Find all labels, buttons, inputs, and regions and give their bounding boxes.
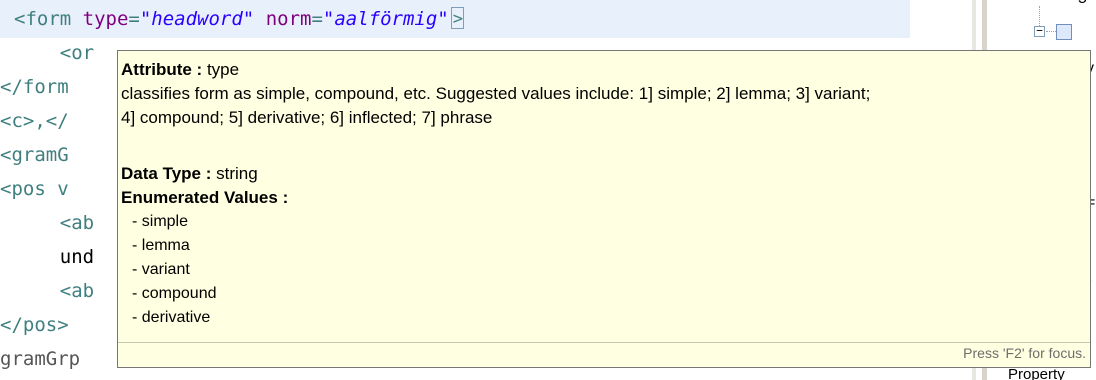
description-line: classifies form as simple, compound, etc…: [121, 84, 871, 103]
outline-fragment: 5: [1078, 0, 1087, 8]
enum-value: - lemma: [132, 237, 190, 254]
tooltip-divider: [118, 342, 1090, 343]
code-line[interactable]: und: [14, 242, 94, 272]
equals-sign: =: [311, 8, 323, 30]
code-line[interactable]: <ab: [14, 208, 94, 238]
attribute-label: Attribute :: [121, 60, 203, 79]
focus-hint: Press 'F2' for focus.: [963, 345, 1086, 361]
enum-value: - derivative: [132, 309, 211, 326]
code-line[interactable]: <or: [14, 38, 94, 68]
form-open-tag: <form: [14, 8, 83, 30]
attr-type: type: [82, 8, 129, 30]
code-line[interactable]: <c>,</: [0, 106, 69, 136]
code-line[interactable]: <ab: [14, 276, 94, 306]
attr-value-norm: "aalförmig": [322, 8, 449, 30]
attribute-value: type: [202, 60, 240, 79]
tree-connector: [1039, 6, 1041, 26]
enumerated-label: Enumerated Values :: [121, 188, 289, 207]
code-line-form[interactable]: <form type="headword" norm="aalförmig" >: [14, 4, 464, 34]
properties-tab[interactable]: Property: [1008, 366, 1065, 380]
element-node-icon[interactable]: [1056, 24, 1072, 40]
enum-value: - simple: [132, 213, 189, 230]
tree-connector: [1046, 31, 1056, 33]
attr-value-headword: "headword": [139, 8, 255, 30]
enumerated-heading: Enumerated Values :: [121, 187, 288, 209]
equals-sign: =: [128, 8, 140, 30]
code-line[interactable]: <pos v: [0, 174, 69, 204]
code-line[interactable]: <gramG: [0, 140, 69, 170]
tag-close-marker: >: [450, 7, 464, 29]
enum-value: - variant: [132, 261, 190, 278]
code-line[interactable]: </form: [0, 72, 69, 102]
description-line: 4] compound; 5] derivative; 6] inflected…: [121, 108, 493, 127]
code-line[interactable]: </pos>: [0, 310, 69, 340]
enum-value: - compound: [132, 285, 217, 302]
code-line[interactable]: gramGrp: [0, 344, 80, 374]
attr-norm: norm: [265, 8, 312, 30]
data-type-label: Data Type :: [121, 164, 212, 183]
data-type-value: string: [211, 164, 258, 183]
attribute-info-tooltip[interactable]: Attribute : type classifies form as simp…: [117, 50, 1091, 368]
collapse-icon[interactable]: −: [1034, 25, 1045, 37]
attribute-heading: Attribute : type: [121, 59, 239, 81]
data-type-row: Data Type : string: [121, 163, 258, 185]
